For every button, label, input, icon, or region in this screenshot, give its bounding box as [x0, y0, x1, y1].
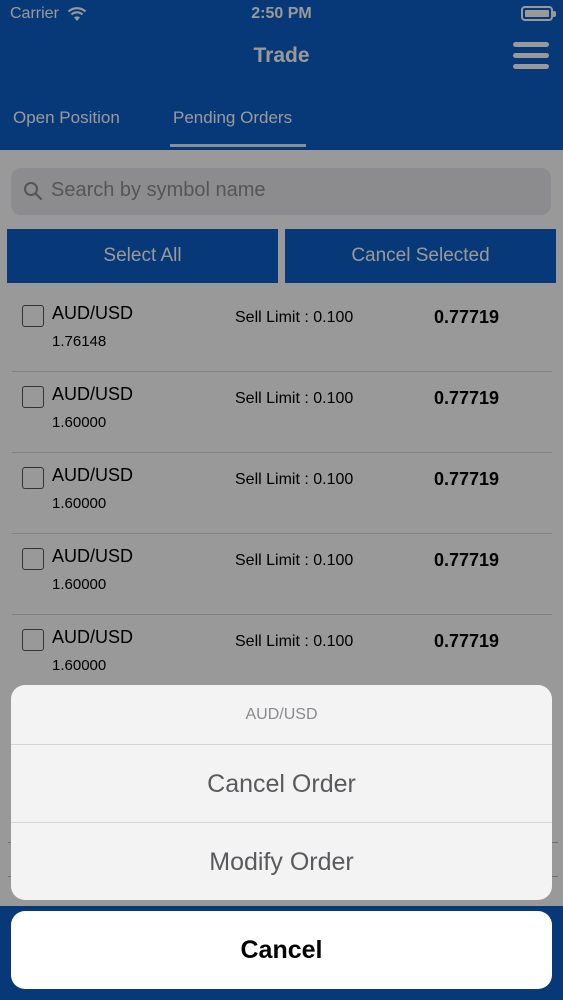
cancel-button[interactable]: Cancel	[11, 911, 552, 989]
action-sheet-title: AUD/USD	[11, 685, 552, 745]
modify-order-button[interactable]: Modify Order	[11, 823, 552, 900]
action-sheet: AUD/USD Cancel Order Modify Order	[11, 685, 552, 900]
cancel-order-button[interactable]: Cancel Order	[11, 745, 552, 823]
